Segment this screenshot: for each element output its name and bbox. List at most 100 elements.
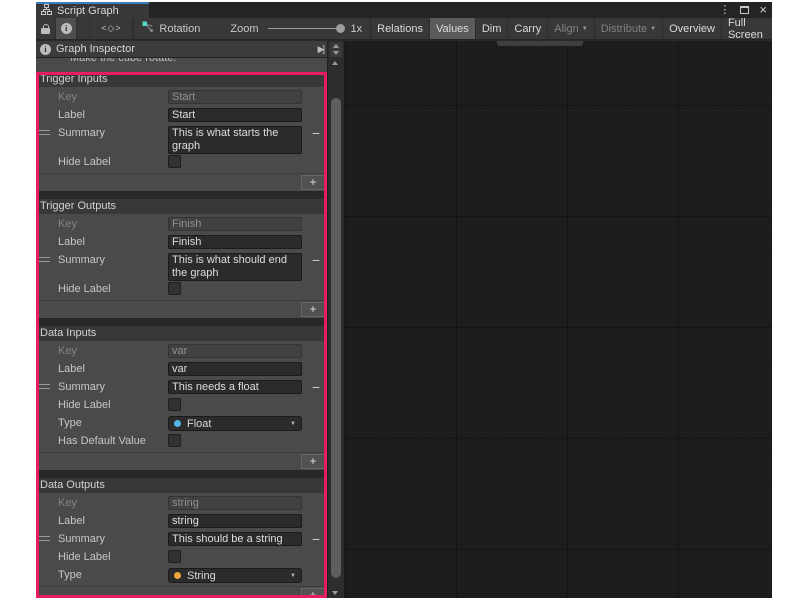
section-row: SummaryThis is what starts the graph− (36, 125, 327, 154)
chevron-down-icon: ▼ (290, 421, 296, 427)
summary-input[interactable]: This needs a float (168, 380, 302, 394)
section-row: TypeFloat▼ (36, 415, 327, 433)
info-icon: i (61, 23, 72, 34)
toolbar-button-full-screen[interactable]: Full Screen (721, 18, 772, 39)
type-dropdown[interactable]: Float▼ (168, 416, 302, 431)
remove-item-button[interactable]: − (312, 380, 320, 394)
toolbar-button-values[interactable]: Values (429, 18, 475, 39)
hide-label-checkbox[interactable] (168, 155, 181, 168)
values-toggle-button[interactable]: <◇> (89, 18, 133, 39)
add-item-button[interactable]: + (301, 454, 325, 469)
section-footer: + (36, 173, 327, 191)
hide-label-checkbox[interactable] (168, 550, 181, 563)
toolbar-button-carry[interactable]: Carry (507, 18, 547, 39)
add-item-button[interactable]: + (301, 302, 325, 317)
tab-script-graph[interactable]: Script Graph (36, 2, 149, 18)
remove-item-button[interactable]: − (312, 126, 320, 140)
label-input[interactable]: Start (168, 108, 302, 122)
zoom-control: Zoom 1x (222, 18, 370, 39)
section-row: LabelFinish (36, 234, 327, 252)
summary-textarea[interactable]: This is what starts the graph (168, 126, 302, 154)
scrollbar-thumb[interactable] (331, 98, 341, 578)
row-label: Hide Label (36, 282, 168, 296)
zoom-slider[interactable] (268, 28, 342, 29)
inspector-title: Graph Inspector (56, 43, 135, 55)
lock-button[interactable] (36, 18, 56, 39)
row-label: Key (36, 344, 168, 358)
section-footer: + (36, 300, 327, 318)
section-row: SummaryThis is what should end the graph… (36, 252, 327, 281)
info-icon: i (40, 44, 51, 55)
graph-canvas[interactable] (344, 41, 772, 598)
section-row: Keystring (36, 495, 327, 513)
has-default-value-checkbox[interactable] (168, 434, 181, 447)
hide-label-checkbox[interactable] (168, 282, 181, 295)
close-icon[interactable]: × (759, 5, 767, 15)
drag-handle-icon[interactable] (39, 257, 50, 262)
zoom-slider-handle[interactable] (336, 24, 345, 33)
row-label: Type (36, 568, 168, 582)
inspector-scrollbar (327, 41, 344, 598)
remove-item-button[interactable]: − (312, 532, 320, 546)
toolbar-button-overview[interactable]: Overview (662, 18, 721, 39)
label-input[interactable]: Finish (168, 235, 302, 249)
add-item-button[interactable]: + (301, 588, 325, 598)
summary-textarea[interactable]: This is what should end the graph (168, 253, 302, 281)
chevron-down-icon: ▼ (582, 26, 588, 32)
section-row: Hide Label (36, 154, 327, 172)
label-input[interactable]: string (168, 514, 302, 528)
graph-summary-text: Make the cube rotate. (36, 58, 327, 64)
remove-item-button[interactable]: − (312, 253, 320, 267)
section-body: KeyvarLabelvarSummaryThis needs a float−… (36, 341, 327, 452)
toolbar-button-label: Overview (669, 23, 715, 35)
toolbar-button-dim[interactable]: Dim (475, 18, 508, 39)
canvas-top-notch (497, 41, 583, 46)
inspector-section-trigger-outputs: Trigger OutputsKeyFinishLabelFinishSumma… (36, 199, 327, 318)
scroll-up-arrow[interactable] (332, 61, 338, 65)
row-label: Type (36, 416, 168, 430)
toolbar-button-distribute[interactable]: Distribute▼ (594, 18, 662, 39)
section-body: KeystringLabelstringSummaryThis should b… (36, 493, 327, 586)
summary-input[interactable]: This should be a string (168, 532, 302, 546)
hide-label-checkbox[interactable] (168, 398, 181, 411)
spinner-down-icon (333, 51, 339, 55)
type-dropdown[interactable]: String▼ (168, 568, 302, 583)
toolbar-button-label: Distribute (601, 23, 647, 35)
row-label: Summary (36, 126, 168, 140)
graph-breadcrumb[interactable]: Rotation (134, 18, 208, 39)
row-label: Label (36, 362, 168, 376)
type-dropdown-value: String (187, 570, 216, 582)
row-label: Key (36, 217, 168, 231)
chevron-down-icon: ▼ (650, 26, 656, 32)
label-input[interactable]: var (168, 362, 302, 376)
toolbar-buttons: RelationsValuesDimCarryAlign▼Distribute▼… (370, 18, 772, 39)
inspector-section-data-inputs: Data InputsKeyvarLabelvarSummaryThis nee… (36, 326, 327, 470)
drag-handle-icon[interactable] (39, 384, 50, 389)
toolbar-button-align[interactable]: Align▼ (547, 18, 593, 39)
maximize-icon[interactable] (740, 6, 749, 14)
section-footer: + (36, 586, 327, 598)
toolbar-button-label: Carry (514, 23, 541, 35)
scroll-down-arrow[interactable] (332, 591, 338, 595)
toolbar-button-label: Values (436, 23, 469, 35)
section-row: KeyStart (36, 89, 327, 107)
section-header: Trigger Outputs (36, 199, 327, 214)
graph-summary-clipped: Make the cube rotate. (36, 58, 327, 72)
type-color-dot (174, 572, 181, 579)
panel-spinner[interactable] (330, 42, 342, 57)
toolbar-button-relations[interactable]: Relations (370, 18, 429, 39)
type-color-dot (174, 420, 181, 427)
inspector-toggle-button[interactable]: i (56, 18, 77, 39)
zoom-level: 1x (351, 23, 363, 35)
spinner-up-icon (333, 44, 339, 48)
variables-icon: <◇> (101, 23, 121, 34)
add-item-button[interactable]: + (301, 175, 325, 190)
inspector-section-data-outputs: Data OutputsKeystringLabelstringSummaryT… (36, 478, 327, 598)
section-row: Hide Label (36, 281, 327, 299)
drag-handle-icon[interactable] (39, 130, 50, 135)
dock-panel-icon[interactable]: ▶] (318, 44, 323, 55)
drag-handle-icon[interactable] (39, 536, 50, 541)
window-menu-icon[interactable]: ⋮ (719, 5, 730, 15)
key-input: Finish (168, 217, 302, 231)
row-label: Hide Label (36, 398, 168, 412)
